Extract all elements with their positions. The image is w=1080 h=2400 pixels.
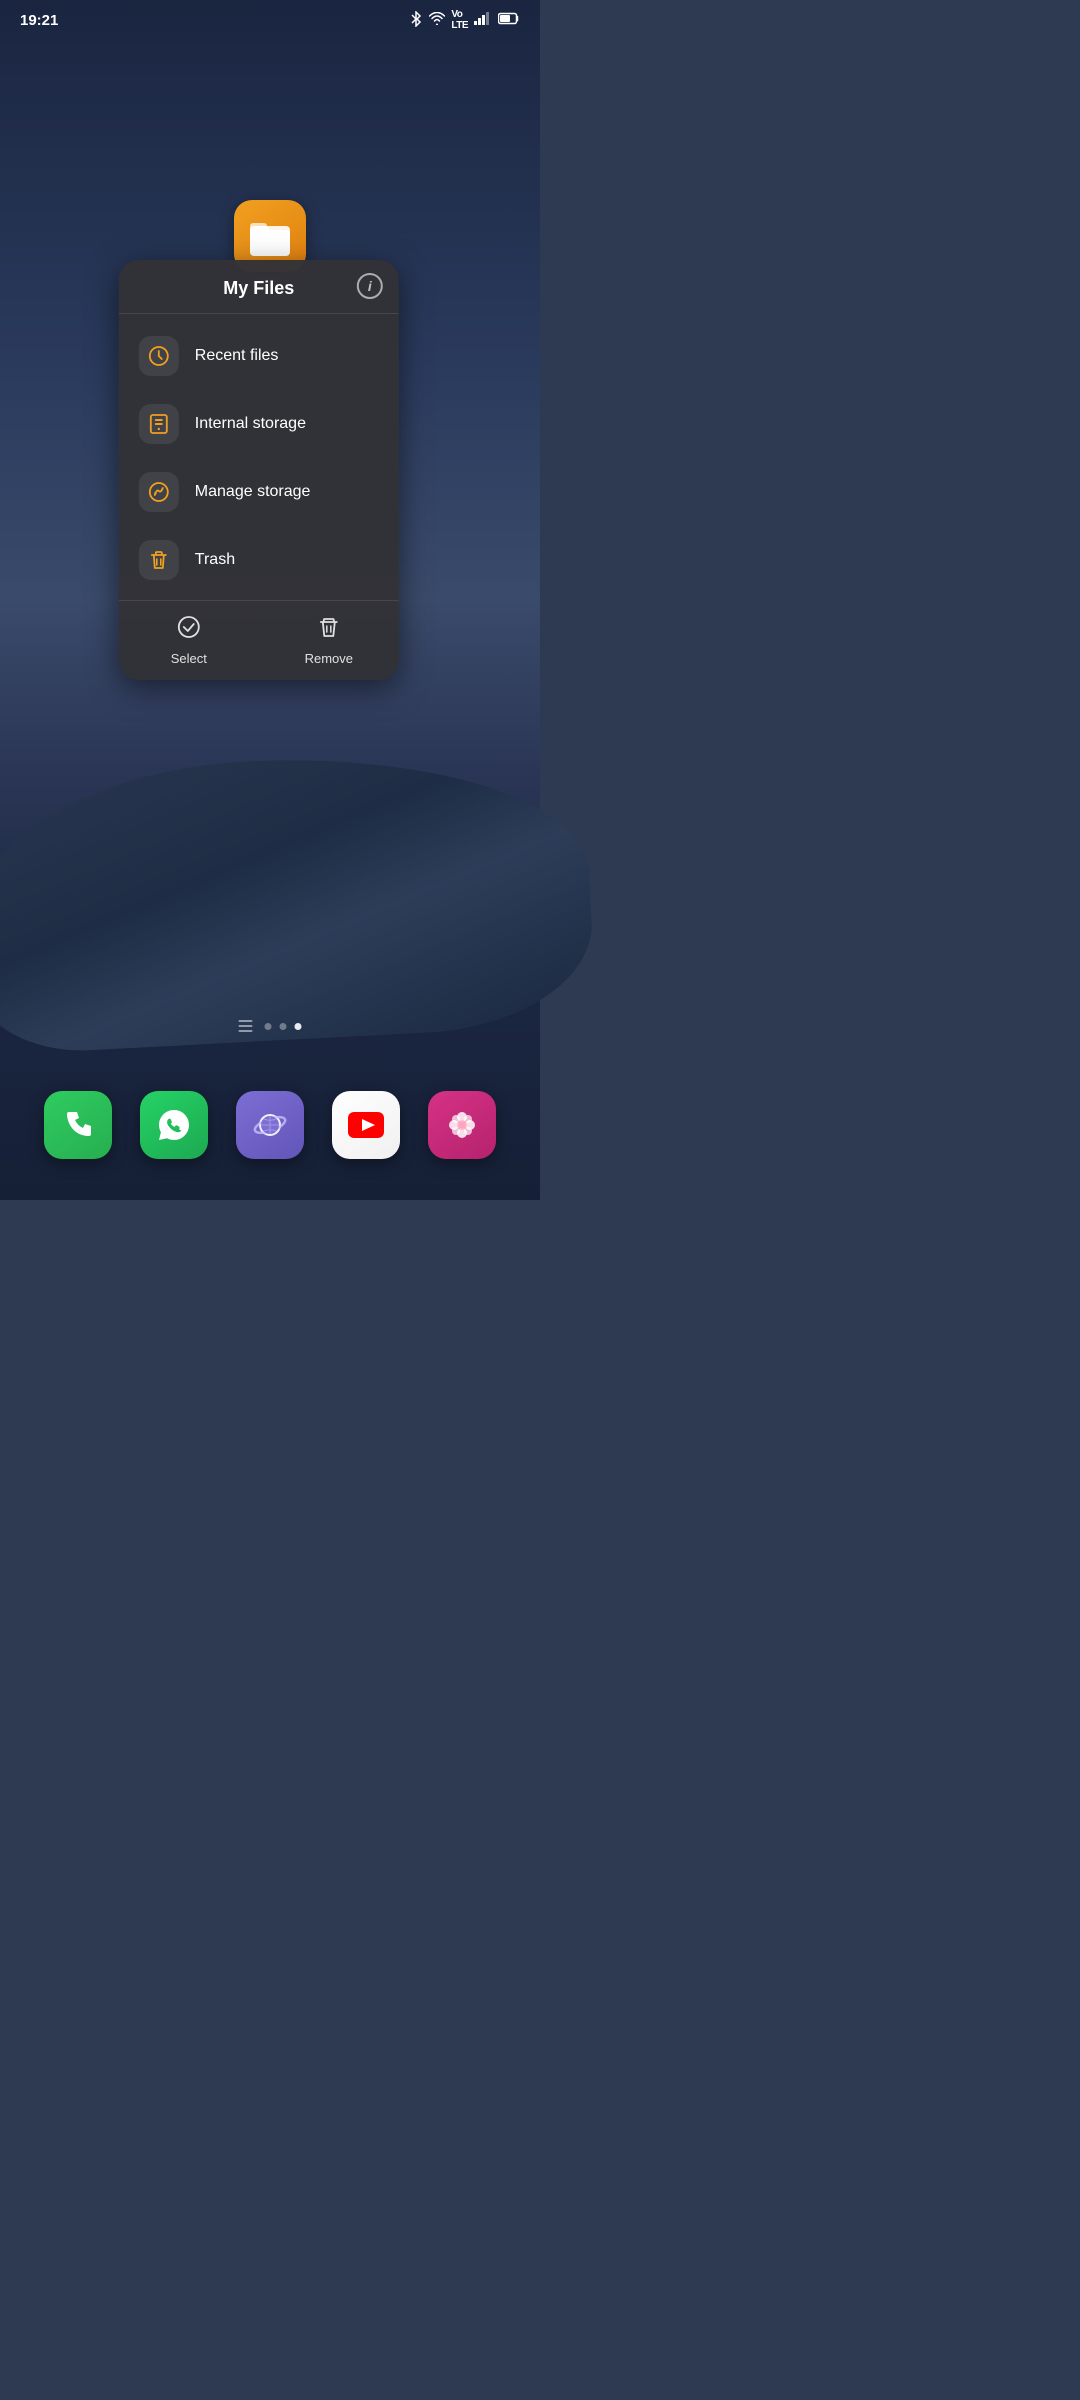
remove-icon	[317, 615, 341, 645]
remove-action[interactable]: Remove	[259, 601, 399, 680]
menu-item-internal-storage[interactable]: Internal storage	[119, 390, 399, 458]
bluetooth-icon	[409, 11, 423, 30]
manage-storage-icon-bg	[139, 472, 179, 512]
select-icon	[177, 615, 201, 645]
menu-divider-top	[119, 313, 399, 314]
dock	[0, 1070, 540, 1200]
dock-app-whatsapp[interactable]	[140, 1091, 208, 1159]
dock-app-phone[interactable]	[44, 1091, 112, 1159]
internal-storage-label: Internal storage	[195, 415, 306, 433]
info-button[interactable]: i	[357, 273, 383, 299]
menu-item-recent-files[interactable]: Recent files	[119, 322, 399, 390]
manage-storage-label: Manage storage	[195, 483, 311, 501]
select-action[interactable]: Select	[119, 601, 259, 680]
menu-actions: Select Remove	[119, 600, 399, 680]
page-line-3	[239, 1030, 253, 1032]
page-line-2	[239, 1025, 253, 1027]
menu-header: My Files i	[119, 260, 399, 311]
menu-item-manage-storage[interactable]: Manage storage	[119, 458, 399, 526]
dock-app-browser[interactable]	[236, 1091, 304, 1159]
page-dot-1[interactable]	[265, 1023, 272, 1030]
info-icon: i	[368, 278, 372, 294]
page-lines-indicator	[239, 1020, 253, 1032]
volte-icon: VoLTE	[451, 9, 468, 31]
dock-app-flower[interactable]	[428, 1091, 496, 1159]
dock-app-youtube[interactable]	[332, 1091, 400, 1159]
recent-files-label: Recent files	[195, 347, 279, 365]
trash-label: Trash	[195, 551, 235, 569]
page-dot-3[interactable]	[295, 1023, 302, 1030]
internal-storage-icon-bg	[139, 404, 179, 444]
battery-icon	[498, 12, 520, 28]
menu-items-list: Recent files Internal storage	[119, 316, 399, 600]
page-indicators	[239, 1020, 302, 1032]
context-menu: My Files i Recent files	[119, 260, 399, 680]
recent-files-icon-bg	[139, 336, 179, 376]
status-icons: VoLTE	[409, 9, 520, 31]
remove-label: Remove	[305, 651, 353, 666]
page-line-1	[239, 1020, 253, 1022]
page-dot-2[interactable]	[280, 1023, 287, 1030]
signal-icon	[474, 12, 492, 28]
menu-title: My Files	[223, 278, 294, 299]
menu-item-trash[interactable]: Trash	[119, 526, 399, 594]
trash-icon-bg	[139, 540, 179, 580]
status-time: 19:21	[20, 12, 58, 29]
status-bar: 19:21 VoLTE	[0, 0, 540, 40]
select-label: Select	[171, 651, 207, 666]
wifi-icon	[429, 12, 445, 28]
